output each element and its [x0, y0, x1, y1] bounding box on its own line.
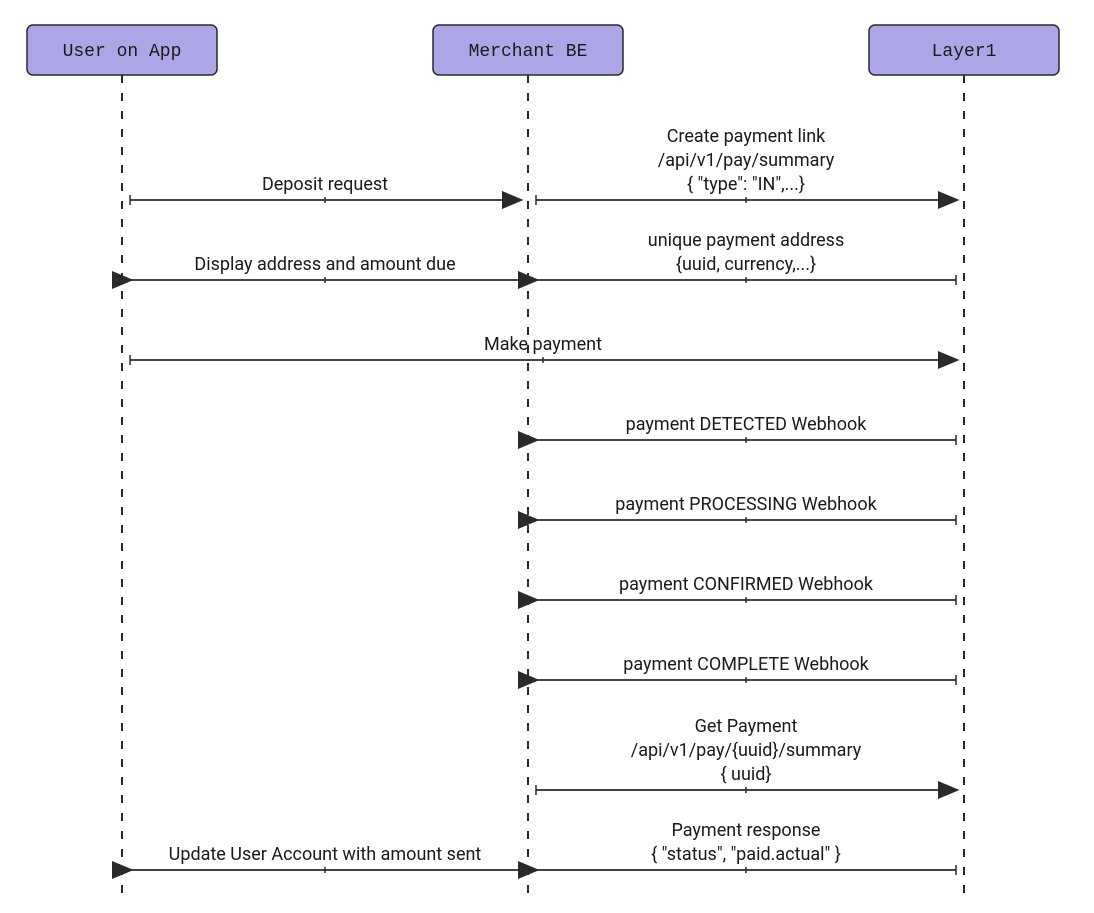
message-label: payment CONFIRMED Webhook: [619, 574, 874, 595]
message-label: /api/v1/pay/summary: [658, 150, 835, 171]
message-label: /api/v1/pay/{uuid}/summary: [631, 740, 862, 761]
message-label: { "status", "paid.actual" }: [651, 844, 841, 865]
sequence-diagram: User on App Merchant BE Layer1 Deposit requ…: [0, 0, 1094, 913]
message-label: Make payment: [484, 334, 602, 355]
message-label: { "type": "IN",...}: [687, 174, 805, 195]
message-label: {uuid, currency,...}: [676, 254, 816, 275]
message-label: Update User Account with amount sent: [169, 844, 482, 865]
message-label: Get Payment: [695, 716, 798, 737]
participant-label-merch: Merchant BE: [469, 42, 588, 62]
message-label: Display address and amount due: [194, 254, 455, 275]
message-label: payment DETECTED Webhook: [626, 414, 868, 435]
participant-label-user: User on App: [63, 42, 182, 62]
message-label: payment COMPLETE Webhook: [623, 654, 869, 675]
message-label: unique payment address: [648, 230, 844, 251]
message-label: Create payment link: [667, 126, 826, 147]
message-label: Deposit request: [262, 174, 388, 195]
message-label: Payment response: [672, 820, 821, 841]
participant-label-layer1: Layer1: [932, 42, 997, 62]
message-label: { uuid}: [720, 764, 771, 785]
message-label: payment PROCESSING Webhook: [615, 494, 877, 515]
